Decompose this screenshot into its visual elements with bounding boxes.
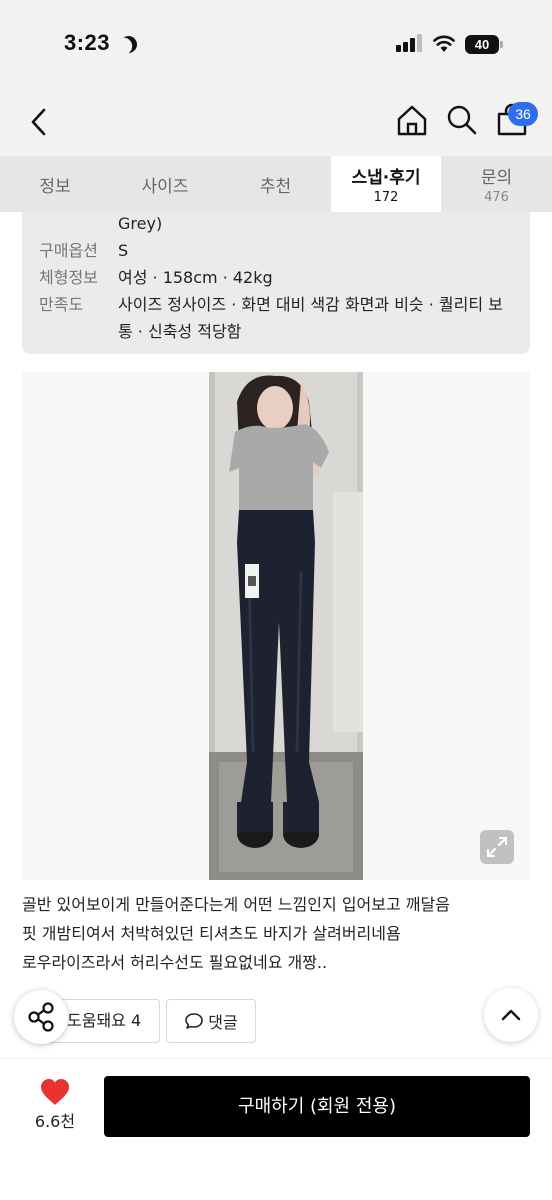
cart-count-badge: 36 xyxy=(508,102,538,126)
tab-bar: 정보 사이즈 추천 스냅·후기 172 문의 476 xyxy=(0,156,552,212)
comment-button[interactable]: 댓글 xyxy=(166,999,256,1043)
color-value: Grey) xyxy=(118,214,163,233)
home-icon[interactable] xyxy=(394,102,430,138)
tab-info[interactable]: 정보 xyxy=(0,156,110,212)
signal-icon xyxy=(396,34,424,52)
review-line: 골반 있어보이게 만들어준다는게 어떤 느낌인지 입어보고 깨달음 xyxy=(22,895,450,914)
share-icon xyxy=(28,1002,54,1032)
review-info-box: Grey) 구매옵션 S 체형정보 여성 · 158cm · 42kg 만족도 … xyxy=(22,212,530,354)
battery-cap xyxy=(500,41,503,48)
satisfaction-value: 사이즈 정사이즈 · 화면 대비 색감 화면과 비슷 · 퀄리티 보통 · 신축… xyxy=(118,295,503,341)
tab-snap-review[interactable]: 스냅·후기 172 xyxy=(331,156,441,212)
tab-label: 사이즈 xyxy=(141,176,189,197)
expand-icon xyxy=(487,837,507,857)
expand-image-button[interactable] xyxy=(480,830,514,864)
option-label: 구매옵션 xyxy=(39,241,98,260)
tab-label: 스냅·후기 xyxy=(351,168,421,188)
tab-count: 172 xyxy=(373,190,399,205)
moon-icon xyxy=(117,33,140,56)
tab-inquiry[interactable]: 문의 476 xyxy=(441,156,552,212)
chevron-up-icon xyxy=(501,1009,521,1021)
status-time: 3:23 xyxy=(64,30,111,55)
review-photo[interactable] xyxy=(209,372,363,880)
body-value: 여성 · 158cm · 42kg xyxy=(118,268,273,287)
like-count: 6.6천 xyxy=(34,1112,76,1131)
search-icon[interactable] xyxy=(444,102,480,138)
option-value: S xyxy=(118,241,129,260)
review-line: 핏 개밤티여서 처박혀있던 티셔츠도 바지가 살려버리네욤 xyxy=(22,924,401,943)
scroll-to-top-button[interactable] xyxy=(484,988,538,1042)
tab-count: 476 xyxy=(484,190,509,205)
top-nav xyxy=(0,92,552,156)
heart-icon[interactable] xyxy=(40,1078,70,1106)
buy-button[interactable]: 구매하기 (회원 전용) xyxy=(104,1076,530,1137)
review-line: 로우라이즈라서 허리수선도 필요없네요 개짱.. xyxy=(22,953,328,972)
review-image-card[interactable] xyxy=(22,372,530,880)
tab-label: 문의 xyxy=(480,168,513,188)
comment-label: 댓글 xyxy=(208,1013,238,1032)
body-label: 체형정보 xyxy=(39,268,98,287)
status-bar: 3:23 40 xyxy=(0,0,552,92)
tab-size[interactable]: 사이즈 xyxy=(110,156,220,212)
satisfaction-label: 만족도 xyxy=(39,295,84,314)
tab-recommend[interactable]: 추천 xyxy=(220,156,331,212)
back-icon[interactable] xyxy=(22,104,58,140)
wifi-icon xyxy=(433,35,455,52)
review-text: 골반 있어보이게 만들어준다는게 어떤 느낌인지 입어보고 깨달음 핏 개밤티여… xyxy=(22,890,532,977)
tab-label: 정보 xyxy=(39,176,71,197)
share-button[interactable] xyxy=(14,990,68,1044)
helpful-label: 도움돼요 4 xyxy=(67,1011,142,1030)
battery-icon: 40 xyxy=(465,35,499,54)
comment-icon xyxy=(185,1013,204,1029)
tab-label: 추천 xyxy=(259,176,292,197)
